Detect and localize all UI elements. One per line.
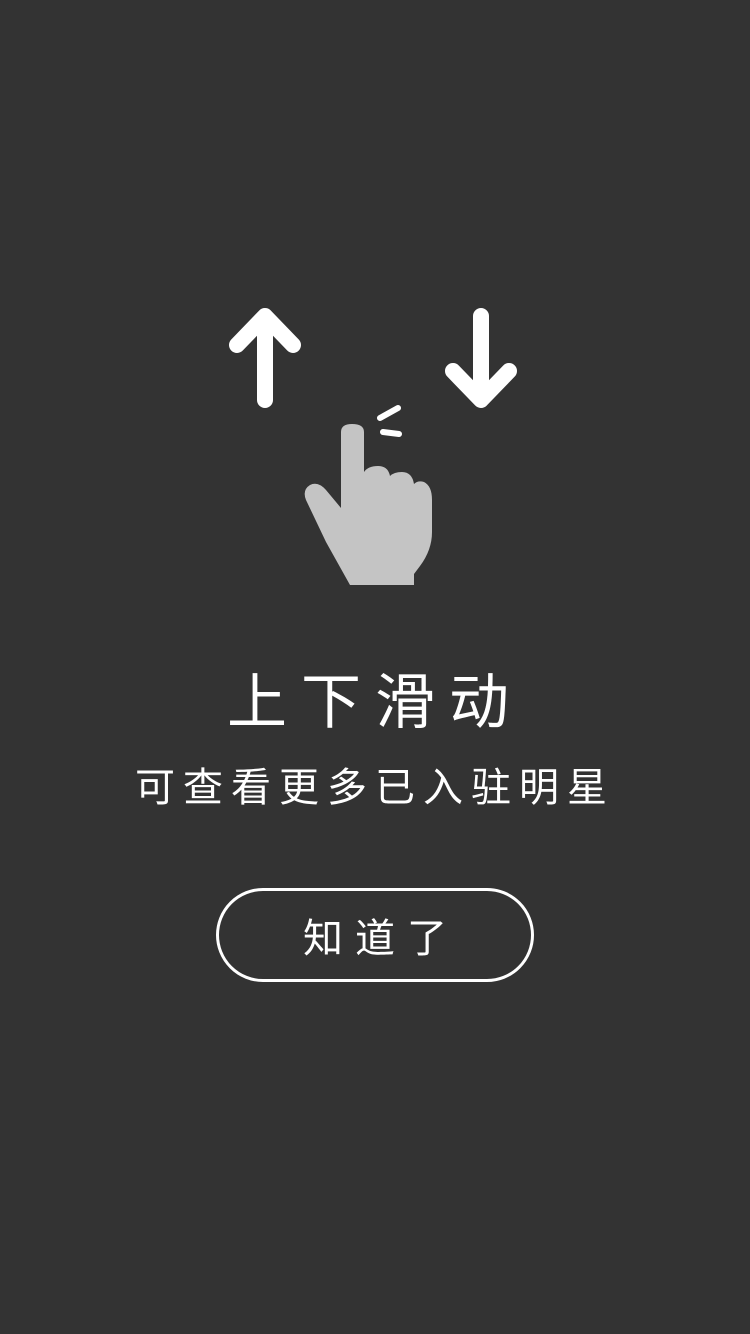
arrow-down-icon xyxy=(445,308,517,408)
swipe-hand-icon xyxy=(304,405,432,585)
arrow-up-icon xyxy=(229,308,301,408)
got-it-button[interactable]: 知道了 xyxy=(216,888,534,982)
guide-subtitle: 可查看更多已入驻明星 xyxy=(135,765,615,811)
got-it-button-label: 知道了 xyxy=(303,916,459,962)
swipe-gesture-illustration xyxy=(0,0,750,620)
swipe-guide-overlay: 上下滑动 可查看更多已入驻明星 知道了 xyxy=(0,0,750,1334)
guide-title: 上下滑动 xyxy=(227,668,523,738)
